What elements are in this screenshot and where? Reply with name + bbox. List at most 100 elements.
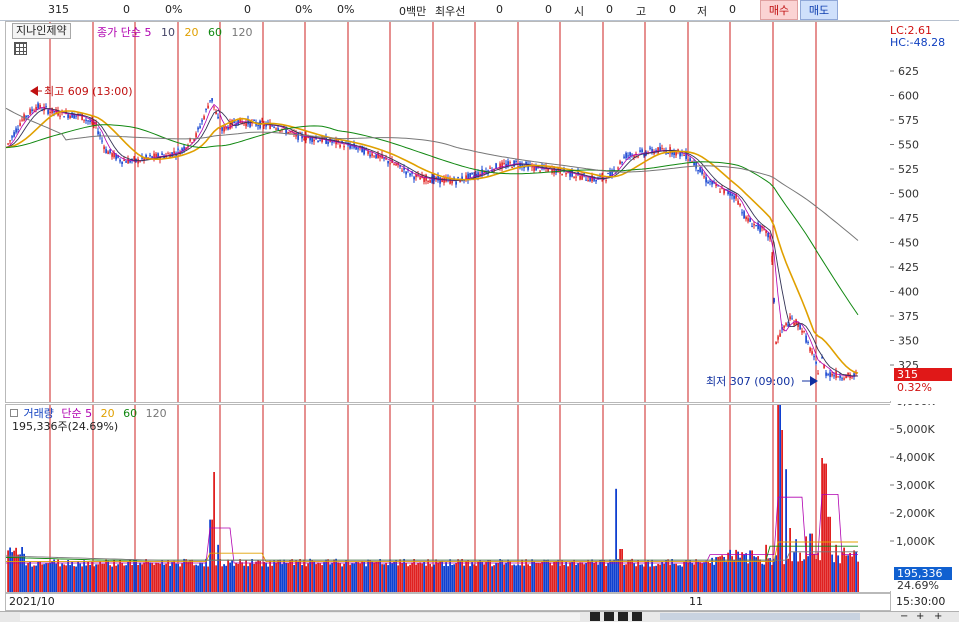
volume-bar (421, 563, 423, 592)
price-candle-body (741, 212, 743, 214)
price-candle-body (707, 181, 709, 184)
price-candle-body (331, 141, 333, 143)
first-page-icon[interactable] (590, 612, 600, 621)
volume-bar (285, 562, 287, 592)
price-candle-body (737, 200, 739, 205)
volume-bar (87, 561, 89, 592)
sell-button[interactable]: 매도 (800, 0, 838, 20)
price-candle-body (815, 361, 817, 364)
volume-settings-icon[interactable] (10, 409, 18, 417)
volume-bar (527, 564, 529, 592)
volume-chart[interactable] (5, 399, 890, 592)
prev-page-icon[interactable] (604, 612, 614, 621)
price-axis[interactable]: 625 600 575 550 525 500 475 450 425 400 375 350 325 (890, 21, 952, 401)
price-candle-body (123, 159, 125, 161)
volume-bar (565, 561, 567, 592)
topbar-value: 0% (295, 3, 313, 16)
ma10-legend[interactable]: 10 (161, 26, 175, 39)
chart-scroll-toolbar[interactable]: − + + (0, 611, 959, 622)
next-page-icon[interactable] (632, 612, 642, 621)
grid-toggle-icon[interactable] (14, 42, 27, 55)
zoom-in-icon[interactable]: + (916, 612, 926, 622)
volume-bar (133, 559, 135, 592)
scroll-track[interactable] (20, 613, 580, 621)
volume-bar (783, 564, 785, 592)
vma60-legend[interactable]: 60 (123, 407, 137, 420)
volume-bar (253, 563, 255, 592)
volume-bar (323, 562, 325, 592)
volume-bar (451, 564, 453, 592)
volume-bar (507, 559, 509, 592)
volume-bar (689, 560, 691, 592)
volume-bar (303, 559, 305, 592)
volume-bar (711, 557, 713, 592)
price-candle-body (773, 298, 775, 303)
topbar-value: 315 (48, 3, 69, 16)
volume-bar (455, 562, 457, 592)
zoom-slider[interactable] (660, 613, 860, 620)
price-candle-body (37, 103, 39, 109)
volume-chart-pane[interactable] (5, 399, 891, 593)
ma60-legend[interactable]: 60 (208, 26, 222, 39)
zoom-out-icon[interactable]: − (900, 612, 910, 622)
volume-bar (239, 559, 241, 592)
volume-bar (387, 565, 389, 592)
price-chart[interactable]: 최고 609 (13:00) 최저 307 (09:00) (5, 22, 890, 402)
price-candle-body (207, 105, 209, 109)
volume-bar (139, 562, 141, 592)
price-candle-body (213, 106, 215, 108)
price-chart-pane[interactable]: 최고 609 (13:00) 최저 307 (09:00) (5, 21, 891, 403)
volume-bar (531, 559, 533, 592)
volume-bar (721, 555, 723, 592)
price-candle-body (499, 163, 501, 169)
time-axis[interactable]: 2021/10 11 (5, 593, 891, 611)
volume-bar (855, 551, 857, 592)
price-candle-body (575, 176, 577, 178)
price-candle-body (623, 156, 625, 158)
stop-icon[interactable] (618, 612, 628, 621)
volume-bar (229, 562, 231, 592)
ma120-legend[interactable]: 120 (231, 26, 252, 39)
volume-bar (113, 560, 115, 592)
price-candle-body (103, 146, 105, 150)
volume-bar (853, 550, 855, 592)
settings-icon[interactable]: + (934, 612, 944, 622)
volume-bar (381, 564, 383, 592)
volume-bar (509, 561, 511, 592)
volume-bar (467, 560, 469, 592)
volume-bar (47, 563, 49, 592)
price-candle-body (843, 378, 845, 380)
volume-axis[interactable]: 6,000K 5,000K 4,000K 3,000K 2,000K 1,000K (890, 395, 952, 591)
volume-bar (217, 544, 219, 592)
volume-bar (179, 566, 181, 592)
time-mid-label: 11 (689, 595, 703, 608)
price-candle-body (745, 216, 747, 220)
price-candle-body (119, 159, 121, 162)
price-candle-body (45, 106, 47, 108)
stock-name-box[interactable]: 지나인제약 (12, 23, 71, 39)
ma5-legend[interactable]: 5 (144, 26, 151, 39)
volume-bar (93, 566, 95, 592)
time-start-label: 2021/10 (9, 595, 55, 608)
volume-bar (207, 566, 209, 592)
price-candle-body (777, 336, 779, 340)
volume-bar (109, 565, 111, 592)
volume-bar (637, 560, 639, 592)
volume-bar (473, 564, 475, 592)
price-candle-body (389, 163, 391, 165)
volume-bar (537, 562, 539, 592)
price-candle-body (405, 171, 407, 175)
volume-bar (191, 559, 193, 592)
price-candle-body (701, 170, 703, 175)
volume-bar (841, 551, 843, 592)
ma20-legend[interactable]: 20 (184, 26, 198, 39)
volume-bar (655, 565, 657, 592)
vma120-legend[interactable]: 120 (146, 407, 167, 420)
volume-bar (411, 562, 413, 592)
buy-button[interactable]: 매수 (760, 0, 798, 20)
volume-bar (733, 560, 735, 592)
volume-bar (751, 550, 753, 592)
topbar-value: 0 (606, 3, 613, 16)
price-candle-body (197, 127, 199, 130)
volume-bar (661, 561, 663, 592)
